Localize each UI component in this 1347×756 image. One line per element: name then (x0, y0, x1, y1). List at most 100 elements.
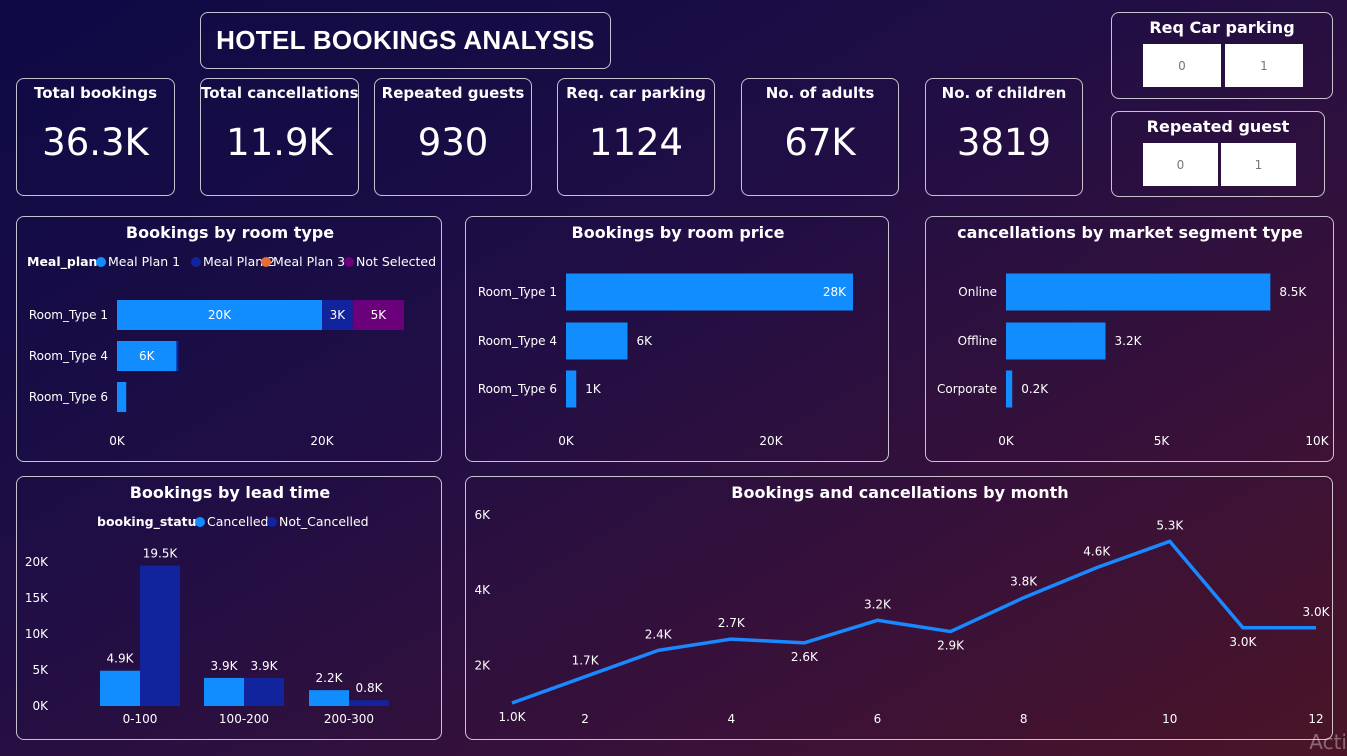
kpi-card-no-of-adults: No. of adults 67K (741, 78, 899, 196)
data-label: 2.4K (645, 627, 673, 641)
chart-title: cancellations by market segment type (957, 223, 1303, 242)
bar-segment (117, 382, 127, 412)
legend-title: Meal_plan (27, 254, 97, 270)
kpi-label: Total cancellations (201, 84, 359, 102)
data-label: 0.8K (356, 681, 384, 695)
slicer-option-1[interactable]: 1 (1221, 143, 1296, 186)
category-label: Room_Type 4 (478, 334, 557, 348)
chart-svg: Bookings by room price Room_Type 1 28KRoo… (478, 223, 853, 448)
data-label: 4.6K (1083, 545, 1111, 559)
y-tick-label: 2K (474, 658, 491, 672)
kpi-label: No. of adults (765, 84, 875, 102)
y-tick-label: 15K (25, 591, 49, 605)
slicer-option-0[interactable]: 0 (1143, 44, 1221, 87)
data-label: 2.9K (937, 639, 965, 653)
legend-label: Meal Plan 3 (273, 254, 345, 269)
bar (204, 677, 244, 706)
bar (1006, 370, 1013, 408)
kpi-value: 930 (417, 121, 489, 164)
data-label: 1.7K (572, 654, 600, 668)
y-tick-label: 0K (32, 699, 49, 713)
x-tick-label: 200-300 (324, 712, 374, 726)
y-tick-label: 10K (25, 627, 49, 641)
x-tick-label: 12 (1308, 712, 1323, 726)
x-tick-label: 0K (109, 434, 126, 448)
data-label: 1K (585, 382, 602, 396)
data-label: 3.9K (211, 659, 239, 673)
data-label: 6K (139, 349, 156, 363)
legend-label: Meal Plan 1 (108, 254, 180, 269)
slicer-repeated-guest: Repeated guest 0 1 (1111, 111, 1325, 197)
kpi-label: Req. car parking (566, 84, 706, 102)
data-label: 5.3K (1156, 518, 1184, 532)
kpi-value: 36.3K (42, 121, 149, 164)
chart-bookings-by-lead-time: Bookings by lead time booking_status Canc… (16, 476, 442, 740)
bar (349, 700, 389, 706)
x-tick-label: 2 (581, 712, 589, 726)
kpi-value: 11.9K (226, 121, 333, 164)
slicer-title: Repeated guest (1146, 117, 1290, 136)
slicer-option-1[interactable]: 1 (1225, 44, 1303, 87)
kpi-card-total-bookings: Total bookings 36.3K (16, 78, 175, 196)
chart-bookings-by-room-type: Bookings by room type Meal_plan Meal Plan… (16, 216, 442, 462)
kpi-card-no-of-children: No. of children 3819 (925, 78, 1083, 196)
chart-legend: booking_status Cancelled Not_Cancelled (97, 514, 369, 530)
plot-area: Room_Type 1 28K Room_Type 4 6K Room_Type 6 1K… (478, 273, 853, 448)
series-line (511, 539, 1316, 705)
x-tick-label: 0-100 (123, 712, 158, 726)
chart-svg: Bookings and cancellations by month 2K 4K… (474, 483, 1330, 726)
data-label: 2.7K (718, 616, 746, 630)
kpi-card-req-car-parking: Req. car parking 1124 (557, 78, 715, 196)
x-tick-label: 4 (727, 712, 735, 726)
data-label: 3.8K (1010, 575, 1038, 589)
kpi-label: No. of children (941, 84, 1067, 102)
data-label: 20K (208, 308, 232, 322)
data-label: 3.9K (251, 659, 279, 673)
chart-title: Bookings by room price (572, 223, 785, 242)
legend-label: Cancelled (207, 514, 268, 529)
bar (1006, 322, 1106, 360)
x-tick-label: 6 (874, 712, 882, 726)
legend-marker (267, 517, 277, 527)
kpi-label: Repeated guests (381, 84, 525, 102)
chart-cancellations-by-market-segment: cancellations by market segment type Onl… (925, 216, 1334, 462)
data-label: 6K (637, 334, 654, 348)
slicer-req-car-parking: Req Car parking 0 1 (1111, 12, 1333, 99)
data-label: 3K (330, 308, 347, 322)
chart-svg: Bookings by lead time booking_status Canc… (25, 483, 389, 726)
bar (100, 670, 140, 706)
x-tick-label: 0K (558, 434, 575, 448)
data-label: 3.2K (1115, 334, 1143, 348)
chart-svg: cancellations by market segment type Onl… (937, 223, 1330, 448)
plot-area: Room_Type 1 20K 3K 5K Room_Type 4 6K Room_Type… (29, 300, 404, 448)
category-label: Offline (958, 334, 997, 348)
page-title: HOTEL BOOKINGS ANALYSIS (216, 25, 595, 55)
bar (244, 677, 284, 706)
chart-bookings-by-room-price: Bookings by room price Room_Type 1 28K Roo… (465, 216, 889, 462)
kpi-label: Total bookings (33, 84, 157, 102)
data-label: 19.5K (143, 547, 179, 561)
bar-segment (176, 341, 179, 371)
data-label: 3.0K (1229, 635, 1257, 649)
category-label: Room_Type 6 (478, 382, 557, 396)
data-label: 5K (371, 308, 388, 322)
kpi-value: 1124 (588, 121, 684, 164)
bar (566, 273, 853, 311)
slicer-option-0[interactable]: 0 (1143, 143, 1218, 186)
watermark: Acti (1309, 730, 1347, 754)
legend-marker (344, 257, 354, 267)
x-tick-label: 0K (998, 434, 1015, 448)
legend-marker (96, 257, 106, 267)
x-tick-label: 20K (310, 434, 334, 448)
x-tick-label: 10K (1305, 434, 1329, 448)
plot-area: 2K 4K 6K 2 4 6 8 10 12 1.0K 1.7K 2.4K 2.7K 2.6K 3.2K 2.… (474, 508, 1330, 726)
chart-title: Bookings by lead time (130, 483, 331, 502)
data-label: 0.2K (1021, 382, 1049, 396)
kpi-card-repeated-guests: Repeated guests 930 (374, 78, 532, 196)
kpi-card-total-cancellations: Total cancellations 11.9K (200, 78, 359, 196)
slicer-title: Req Car parking (1149, 18, 1295, 37)
x-tick-label: 100-200 (219, 712, 269, 726)
x-tick-label: 10 (1162, 712, 1177, 726)
category-label: Room_Type 4 (29, 349, 108, 363)
data-label: 2.2K (316, 671, 344, 685)
